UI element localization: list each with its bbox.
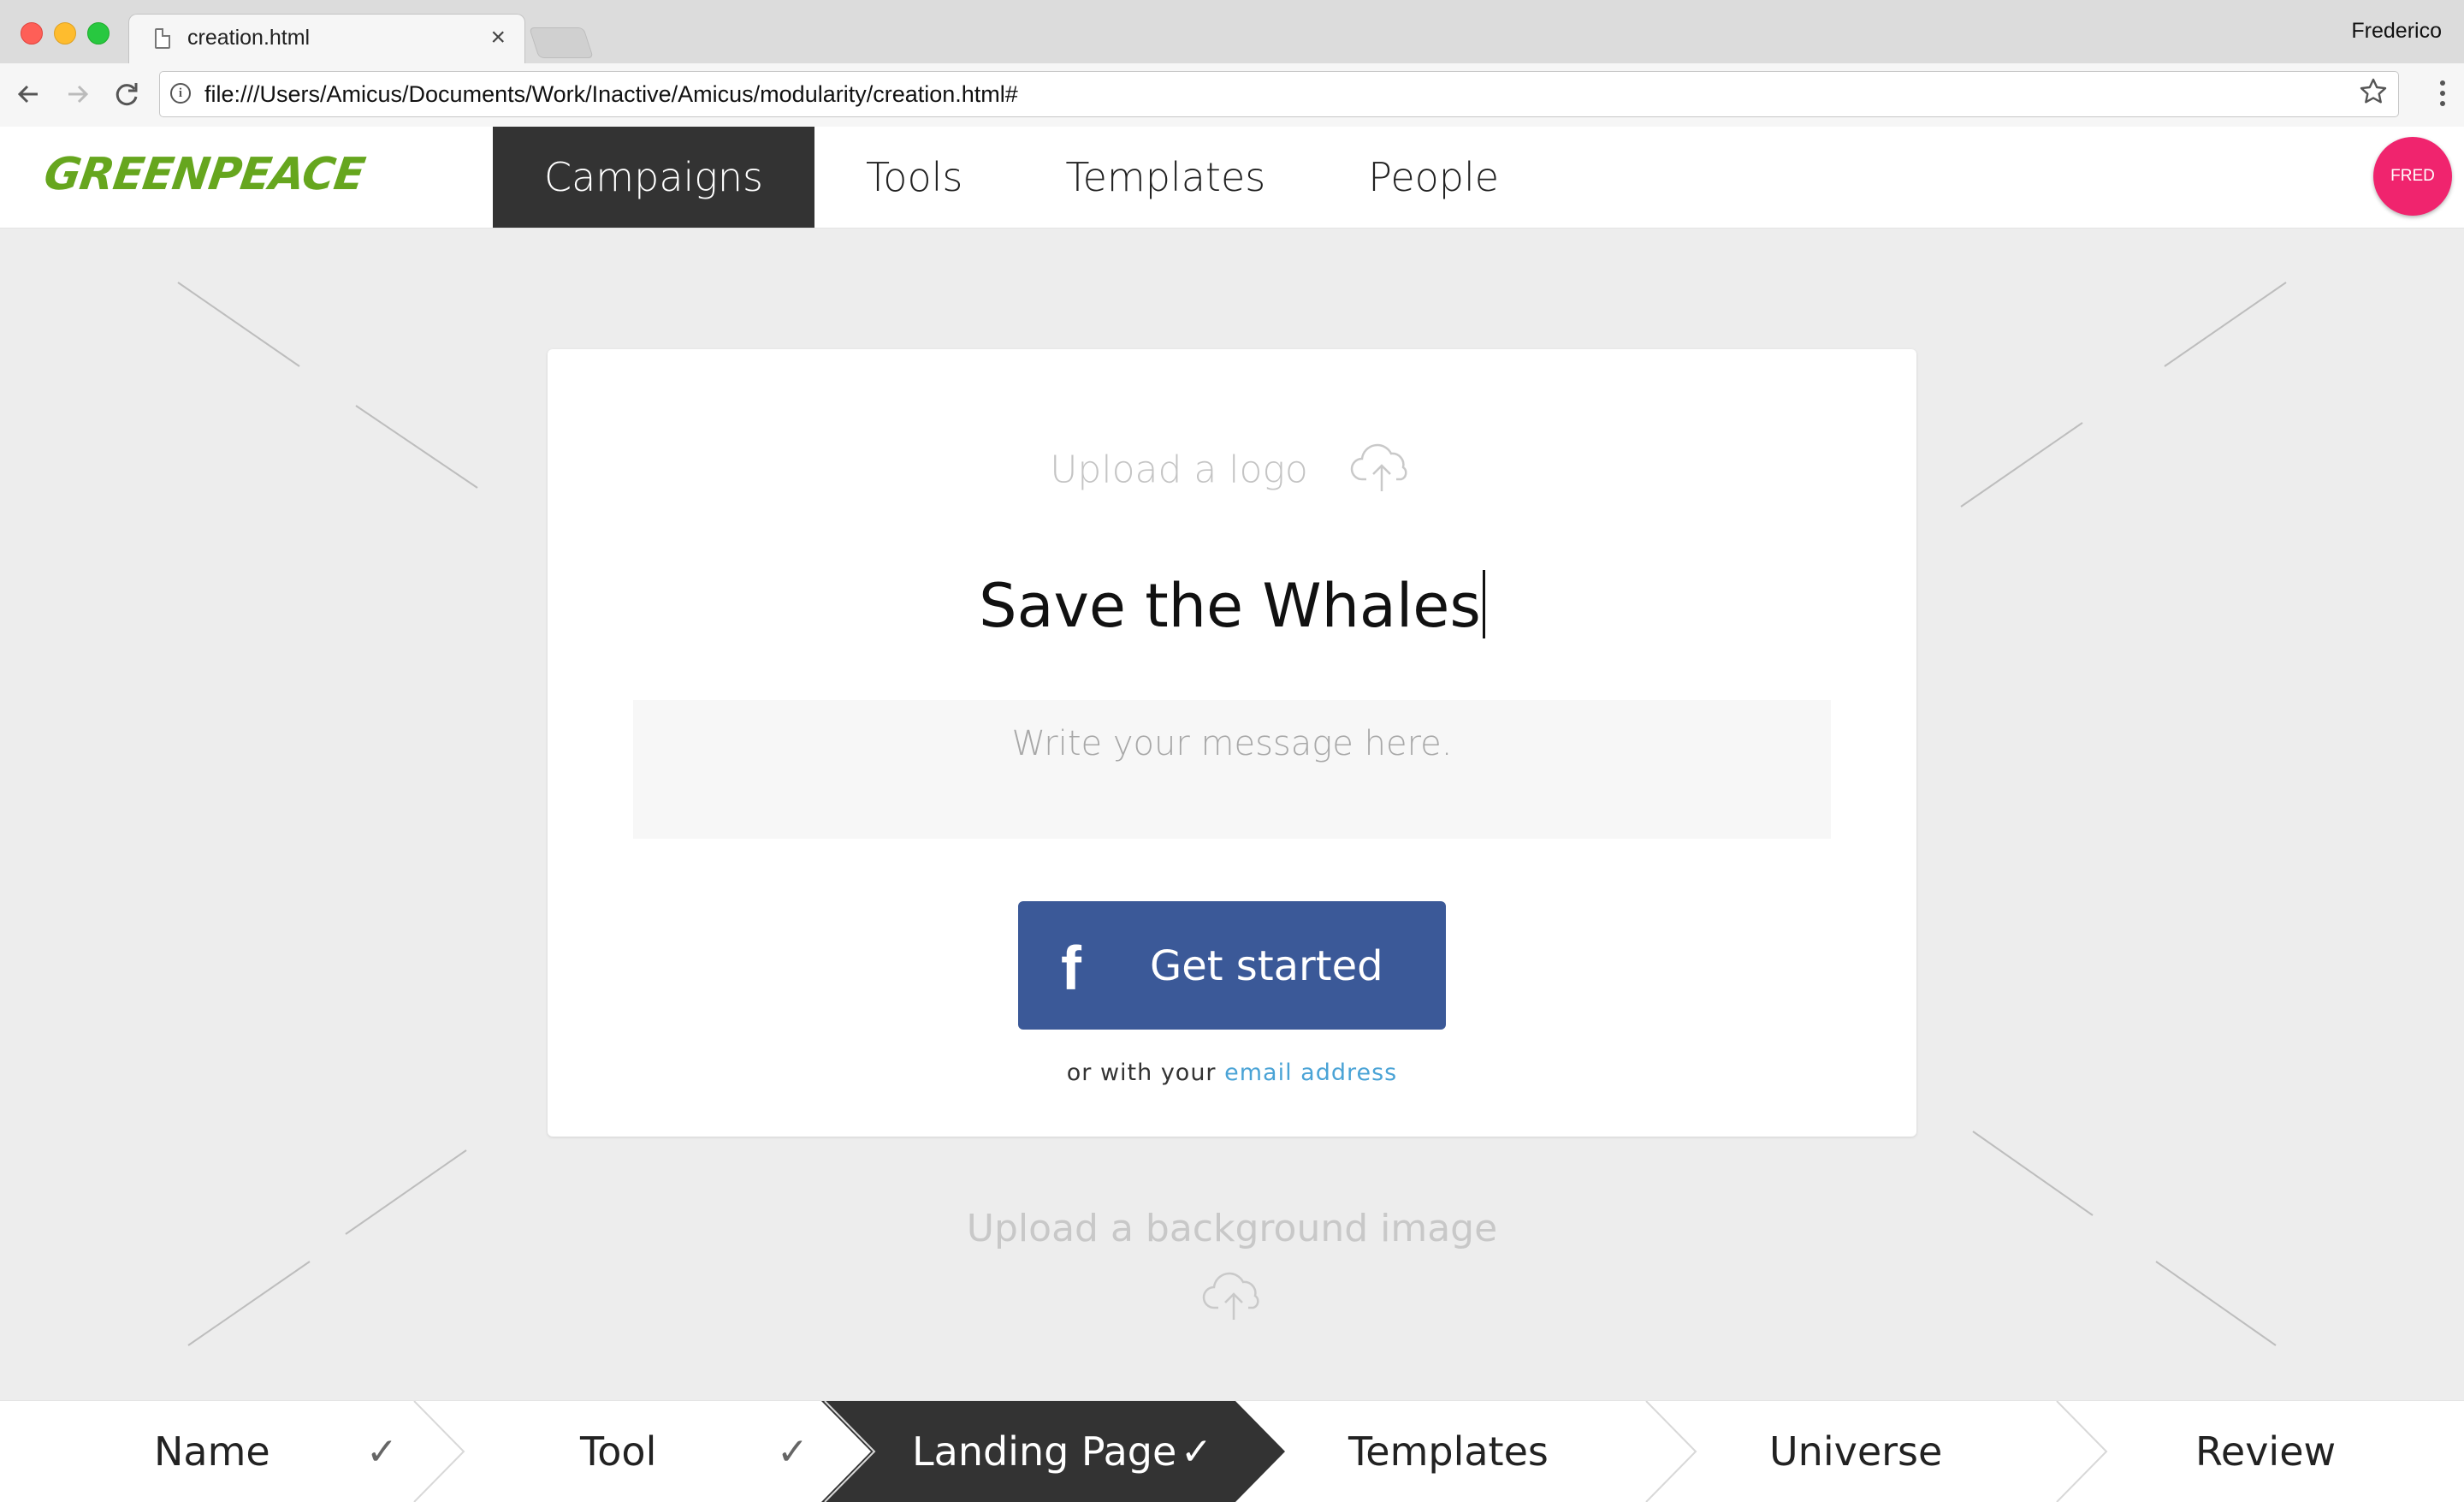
step-review[interactable]: Review [2195, 1401, 2336, 1502]
arrow-left-icon[interactable] [10, 75, 48, 113]
close-window-button[interactable] [21, 22, 43, 45]
campaign-title-text: Save the Whales [979, 571, 1481, 641]
check-icon: ✓ [777, 1430, 808, 1474]
campaign-title-input[interactable]: Save the Whales [548, 570, 1916, 641]
minimize-window-button[interactable] [54, 22, 76, 45]
step-name[interactable]: Name [154, 1401, 270, 1502]
star-icon[interactable] [2359, 77, 2388, 114]
browser-toolbar: i file:///Users/Amicus/Documents/Work/In… [0, 63, 2464, 128]
app-header: GREENPEACE Campaigns Tools Templates Peo… [0, 127, 2464, 229]
info-icon[interactable]: i [170, 83, 191, 104]
new-tab-button[interactable] [529, 27, 594, 58]
check-icon: ✓ [366, 1430, 398, 1474]
address-bar[interactable]: i file:///Users/Amicus/Documents/Work/In… [159, 71, 2399, 117]
reload-icon[interactable] [108, 75, 145, 113]
check-icon: ✓ [1181, 1430, 1212, 1474]
browser-tab[interactable]: creation.html × [128, 14, 525, 64]
step-universe[interactable]: Universe [1769, 1401, 1942, 1502]
nav-tools[interactable]: Tools [814, 127, 1014, 228]
message-input[interactable]: Write your message here. [633, 700, 1831, 839]
profile-name[interactable]: Frederico [2351, 19, 2442, 44]
upload-logo-label: Upload a logo [1050, 448, 1308, 492]
step-landing-page[interactable]: Landing Page [912, 1401, 1176, 1502]
cloud-upload-icon[interactable] [1201, 1270, 1266, 1325]
text-caret [1482, 570, 1485, 638]
upload-logo-area[interactable]: Upload a logo [548, 442, 1916, 502]
facebook-icon: f [1061, 935, 1081, 1003]
step-templates[interactable]: Templates [1348, 1401, 1549, 1502]
maximize-window-button[interactable] [87, 22, 110, 45]
cloud-upload-icon [1349, 442, 1414, 502]
user-avatar[interactable]: FRED [2373, 137, 2452, 216]
facebook-get-started-button[interactable]: f Get started [1018, 901, 1446, 1030]
get-started-label: Get started [1150, 942, 1383, 990]
url-text[interactable]: file:///Users/Amicus/Documents/Work/Inac… [204, 81, 1018, 108]
landing-page-card: Upload a logo Save the Whales Write your… [548, 349, 1916, 1137]
main-nav: Campaigns Tools Templates People [493, 127, 1550, 228]
nav-people[interactable]: People [1317, 127, 1550, 228]
wizard-step-bar: Name ✓ Tool ✓ Landing Page ✓ Templates U… [0, 1400, 2464, 1502]
email-address-link[interactable]: email address [1224, 1060, 1397, 1086]
file-icon [155, 28, 170, 49]
tab-title: creation.html [187, 26, 311, 50]
browser-tab-bar: creation.html × Frederico [0, 0, 2464, 64]
step-tool[interactable]: Tool [580, 1401, 656, 1502]
nav-campaigns[interactable]: Campaigns [493, 127, 815, 228]
arrow-right-icon[interactable] [58, 75, 96, 113]
tab-close-icon[interactable]: × [490, 23, 506, 52]
kebab-menu-icon[interactable] [2440, 80, 2447, 111]
nav-templates[interactable]: Templates [1014, 127, 1317, 228]
upload-background-label[interactable]: Upload a background image [0, 1207, 2464, 1250]
alt-prefix: or with your [1066, 1060, 1217, 1086]
email-alternative: or with your email address [548, 1060, 1916, 1086]
greenpeace-logo[interactable]: GREENPEACE [41, 149, 368, 200]
